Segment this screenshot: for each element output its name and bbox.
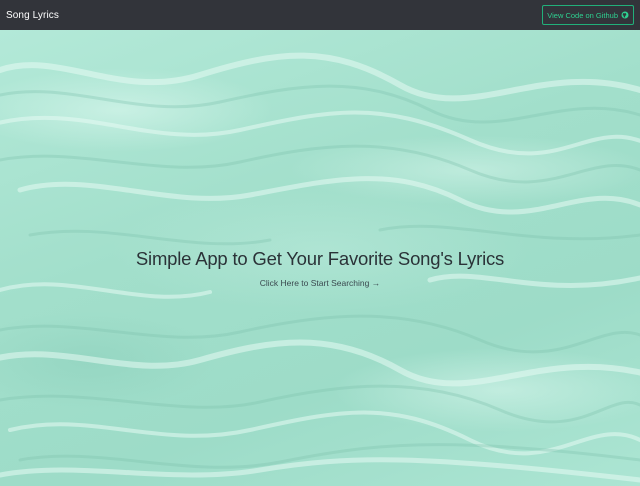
start-searching-link[interactable]: Click Here to Start Searching → [260,278,380,288]
brand-link[interactable]: Song Lyrics [6,10,59,21]
arrow-right-icon: → [371,278,381,288]
view-code-github-button[interactable]: View Code on Github [542,5,634,25]
hero-title: Simple App to Get Your Favorite Song's L… [135,248,505,269]
github-button-label: View Code on Github [547,10,618,20]
hero-section: Simple App to Get Your Favorite Song's L… [0,30,640,486]
navbar: Song Lyrics View Code on Github [0,0,640,30]
github-icon [621,11,629,19]
start-searching-label: Click Here to Start Searching [259,278,370,288]
hero-content: Simple App to Get Your Favorite Song's L… [0,248,640,291]
